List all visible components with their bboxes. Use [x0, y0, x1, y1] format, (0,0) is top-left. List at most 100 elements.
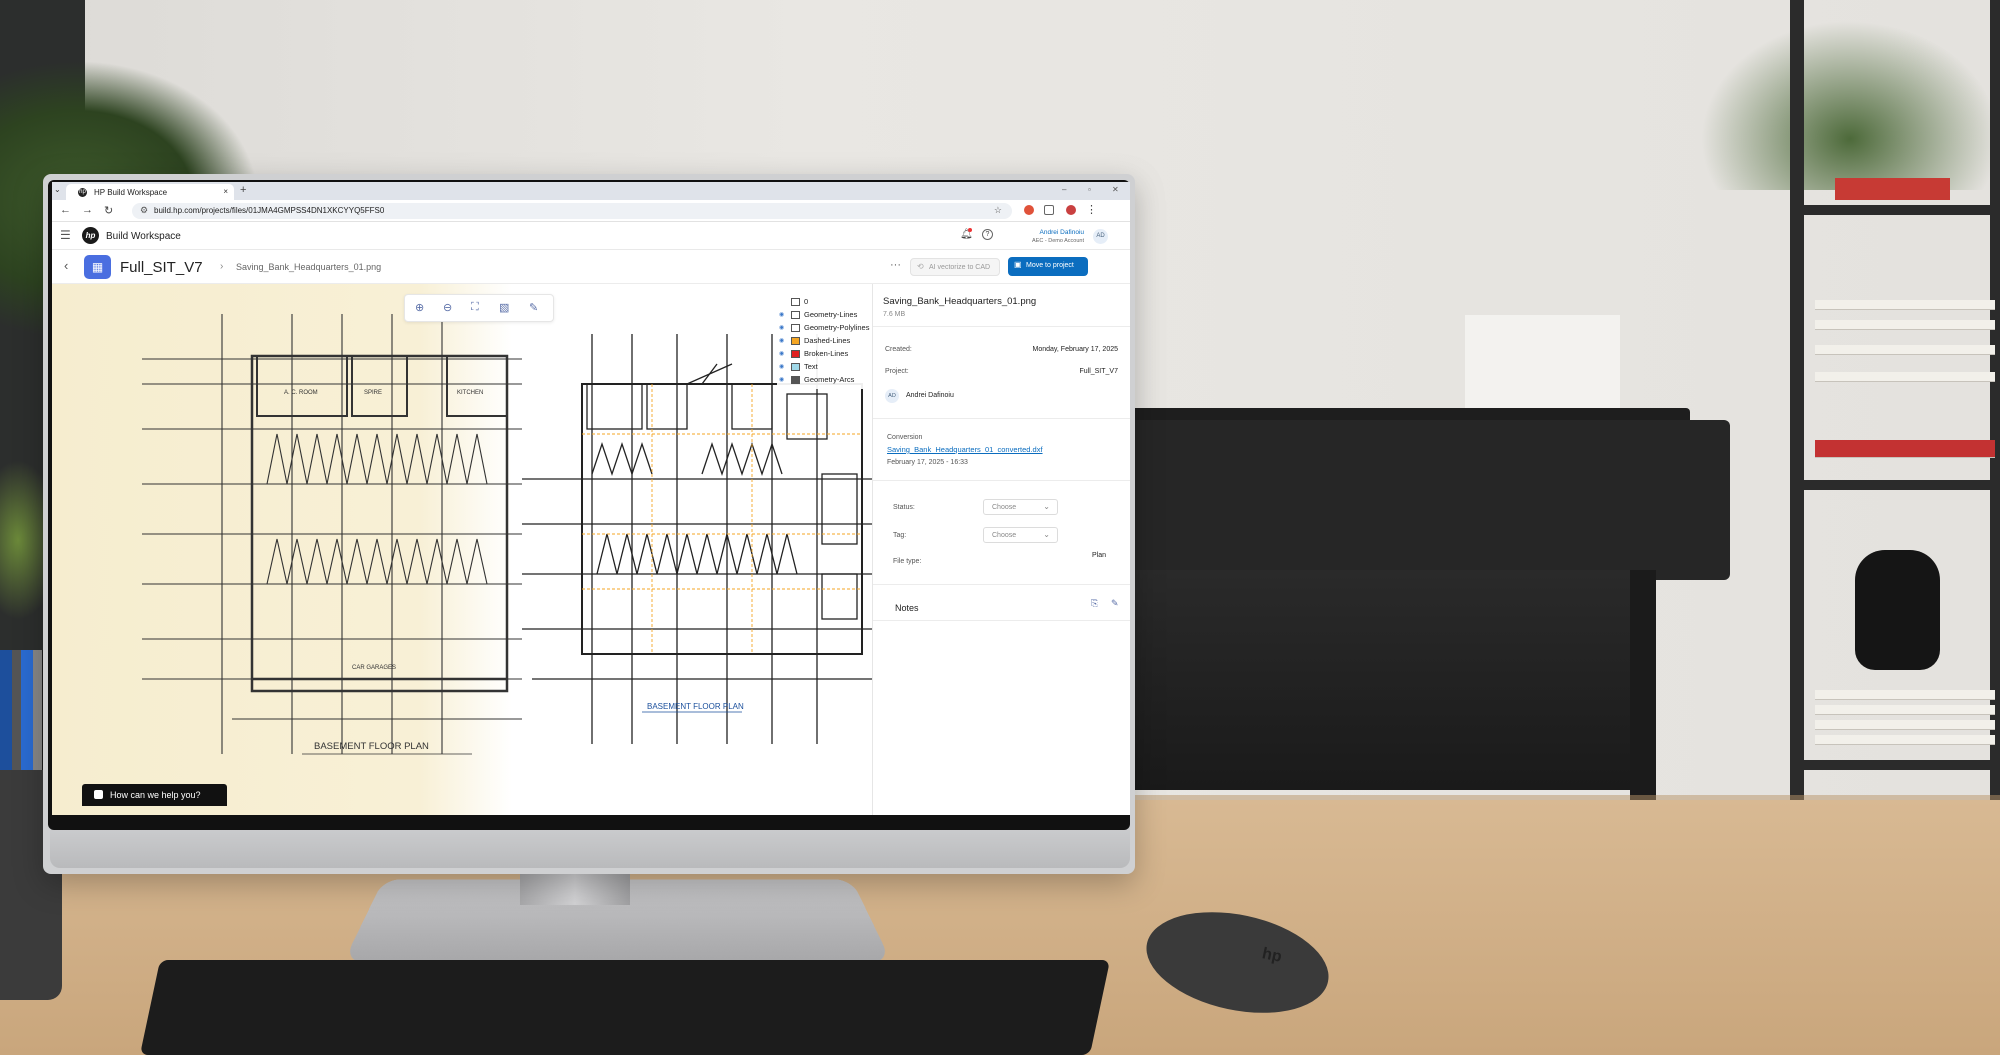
zoom-in-icon[interactable]: ⊕	[415, 301, 424, 314]
conversion-date: February 17, 2025 - 16:33	[887, 459, 968, 466]
svg-text:CAR GARAGES: CAR GARAGES	[352, 665, 396, 671]
ai-vectorize-button[interactable]: ⟲ AI vectorize to CAD	[910, 258, 1000, 276]
shelf	[1790, 760, 2000, 770]
minimize-icon[interactable]: –	[1062, 185, 1066, 194]
tag-select[interactable]: Choose ⌄	[983, 527, 1058, 543]
red-box	[1835, 178, 1950, 200]
notification-dot	[968, 228, 972, 232]
visibility-eye-icon[interactable]: ◉	[779, 337, 784, 344]
layer-item[interactable]: ◉ Geometry-Lines	[777, 309, 872, 321]
chevron-down-icon: ⌄	[1043, 530, 1050, 539]
maximize-icon[interactable]: ▫	[1088, 185, 1091, 194]
vase	[1855, 550, 1940, 670]
layer-name: Geometry-Polylines	[804, 323, 870, 332]
layer-name: Broken-Lines	[804, 349, 849, 358]
svg-text:KITCHEN: KITCHEN	[457, 390, 483, 396]
help-chat-button[interactable]: How can we help you?	[82, 784, 227, 806]
reload-icon[interactable]: ↻	[104, 204, 113, 217]
scanned-plan-lines	[142, 314, 522, 755]
details-file-name: Saving_Bank_Headquarters_01.png	[883, 296, 1037, 307]
browser-tab-bar: ⌄ hp HP Build Workspace × + – ▫ ✕	[52, 182, 1130, 200]
copy-icon[interactable]: ⎘	[1091, 598, 1098, 609]
move-to-project-button[interactable]: ▣ Move to project	[1008, 257, 1088, 276]
forward-icon[interactable]: →	[82, 204, 93, 216]
back-icon[interactable]: ←	[60, 204, 71, 216]
layer-item[interactable]: 0	[777, 296, 872, 308]
book	[1815, 690, 1995, 700]
created-label: Created:	[885, 346, 912, 353]
new-tab-button[interactable]: +	[240, 184, 246, 196]
layer-item[interactable]: ◉ Geometry-Arcs	[777, 374, 872, 386]
visibility-eye-icon[interactable]: ◉	[779, 363, 784, 370]
folder-move-icon: ▣	[1014, 260, 1022, 269]
hamburger-menu-icon[interactable]: ☰	[60, 228, 71, 242]
extension-icon[interactable]	[1024, 205, 1034, 215]
status-value: Choose	[992, 504, 1017, 511]
profile-avatar-icon[interactable]	[1066, 205, 1076, 215]
layer-name: 0	[804, 297, 809, 306]
tag-label: Tag:	[893, 532, 907, 539]
created-value: Monday, February 17, 2025	[1032, 346, 1118, 353]
edit-notes-icon[interactable]: ✎	[1111, 598, 1119, 609]
app-header: ☰ hp Build Workspace 🔔︎ ? Andrei Dafinoi…	[52, 222, 1130, 250]
breadcrumb-file-name: Saving_Bank_Headquarters_01.png	[236, 262, 382, 272]
layer-swatch	[791, 324, 800, 332]
book	[1815, 345, 1995, 355]
printer-paper	[1465, 315, 1620, 420]
status-select[interactable]: Choose ⌄	[983, 499, 1058, 515]
book	[1815, 320, 1995, 330]
svg-text:A. C. ROOM: A. C. ROOM	[284, 390, 318, 396]
browser-menu-icon[interactable]: ⋮	[1086, 203, 1097, 216]
layer-item[interactable]: ◉ Text	[777, 361, 872, 373]
project-name[interactable]: Full_SIT_V7	[120, 259, 203, 276]
back-chevron-icon[interactable]: ‹	[64, 258, 68, 273]
image-compare-icon[interactable]: ▧	[499, 301, 509, 314]
filetype-label: File type:	[893, 558, 922, 565]
layer-name: Geometry-Arcs	[804, 375, 855, 384]
more-options-icon[interactable]: ···	[890, 259, 901, 271]
layer-item[interactable]: ◉ Geometry-Polylines	[777, 322, 872, 334]
conversion-file-link[interactable]: Saving_Bank_Headquarters_01_converted.dx…	[887, 445, 1043, 454]
book	[1815, 372, 1995, 382]
layer-item[interactable]: ◉ Broken-Lines	[777, 348, 872, 360]
visibility-eye-icon[interactable]: ◉	[779, 376, 784, 383]
divider	[873, 326, 1130, 327]
browser-tab[interactable]: hp HP Build Workspace ×	[66, 184, 234, 200]
hp-favicon-icon: hp	[78, 188, 87, 197]
vector-dashed-lines	[582, 384, 862, 654]
project-building-icon: ▦	[84, 255, 111, 279]
status-label: Status:	[893, 504, 915, 511]
drawing-canvas[interactable]: A. C. ROOM SPIRE KITCHEN CAR GARAGES BAS…	[52, 284, 872, 815]
ai-vectorize-label: AI vectorize to CAD	[929, 264, 991, 271]
close-tab-icon[interactable]: ×	[223, 187, 228, 196]
owner-name: Andrei Dafinoiu	[906, 392, 954, 399]
tab-search-icon[interactable]: ⌄	[54, 185, 61, 194]
url-input[interactable]: ⚙ build.hp.com/projects/files/01JMA4GMPS…	[132, 203, 1012, 219]
url-text: build.hp.com/projects/files/01JMA4GMPSS4…	[154, 206, 385, 215]
close-window-icon[interactable]: ✕	[1112, 185, 1119, 194]
fit-to-screen-icon[interactable]: ⛶	[471, 301, 479, 314]
edit-pencil-icon[interactable]: ✎	[529, 301, 538, 314]
plant-right	[1700, 20, 2000, 190]
layer-item[interactable]: ◉ Dashed-Lines	[777, 335, 872, 347]
layer-swatch	[791, 337, 800, 345]
visibility-eye-icon[interactable]: ◉	[779, 350, 784, 357]
vector-plan-lines	[522, 334, 872, 744]
visibility-eye-icon[interactable]: ◉	[779, 324, 784, 331]
help-icon[interactable]: ?	[982, 229, 993, 240]
layer-swatch	[791, 311, 800, 319]
book	[1815, 440, 1995, 458]
layer-name: Dashed-Lines	[804, 336, 851, 345]
zoom-out-icon[interactable]: ⊖	[443, 301, 452, 314]
user-avatar[interactable]: AD	[1093, 229, 1108, 244]
book	[1815, 300, 1995, 310]
bookmark-star-icon[interactable]: ☆	[994, 205, 1002, 216]
visibility-eye-icon[interactable]: ◉	[779, 311, 784, 318]
extensions-puzzle-icon[interactable]	[1044, 205, 1054, 215]
vectorize-icon: ⟲	[917, 262, 924, 271]
conversion-label: Conversion	[887, 434, 923, 441]
tab-title: HP Build Workspace	[94, 188, 168, 197]
layer-swatch	[791, 376, 800, 384]
site-info-icon[interactable]: ⚙	[140, 205, 148, 216]
screen: ⌄ hp HP Build Workspace × + – ▫ ✕ ← → ↻ …	[52, 182, 1130, 815]
